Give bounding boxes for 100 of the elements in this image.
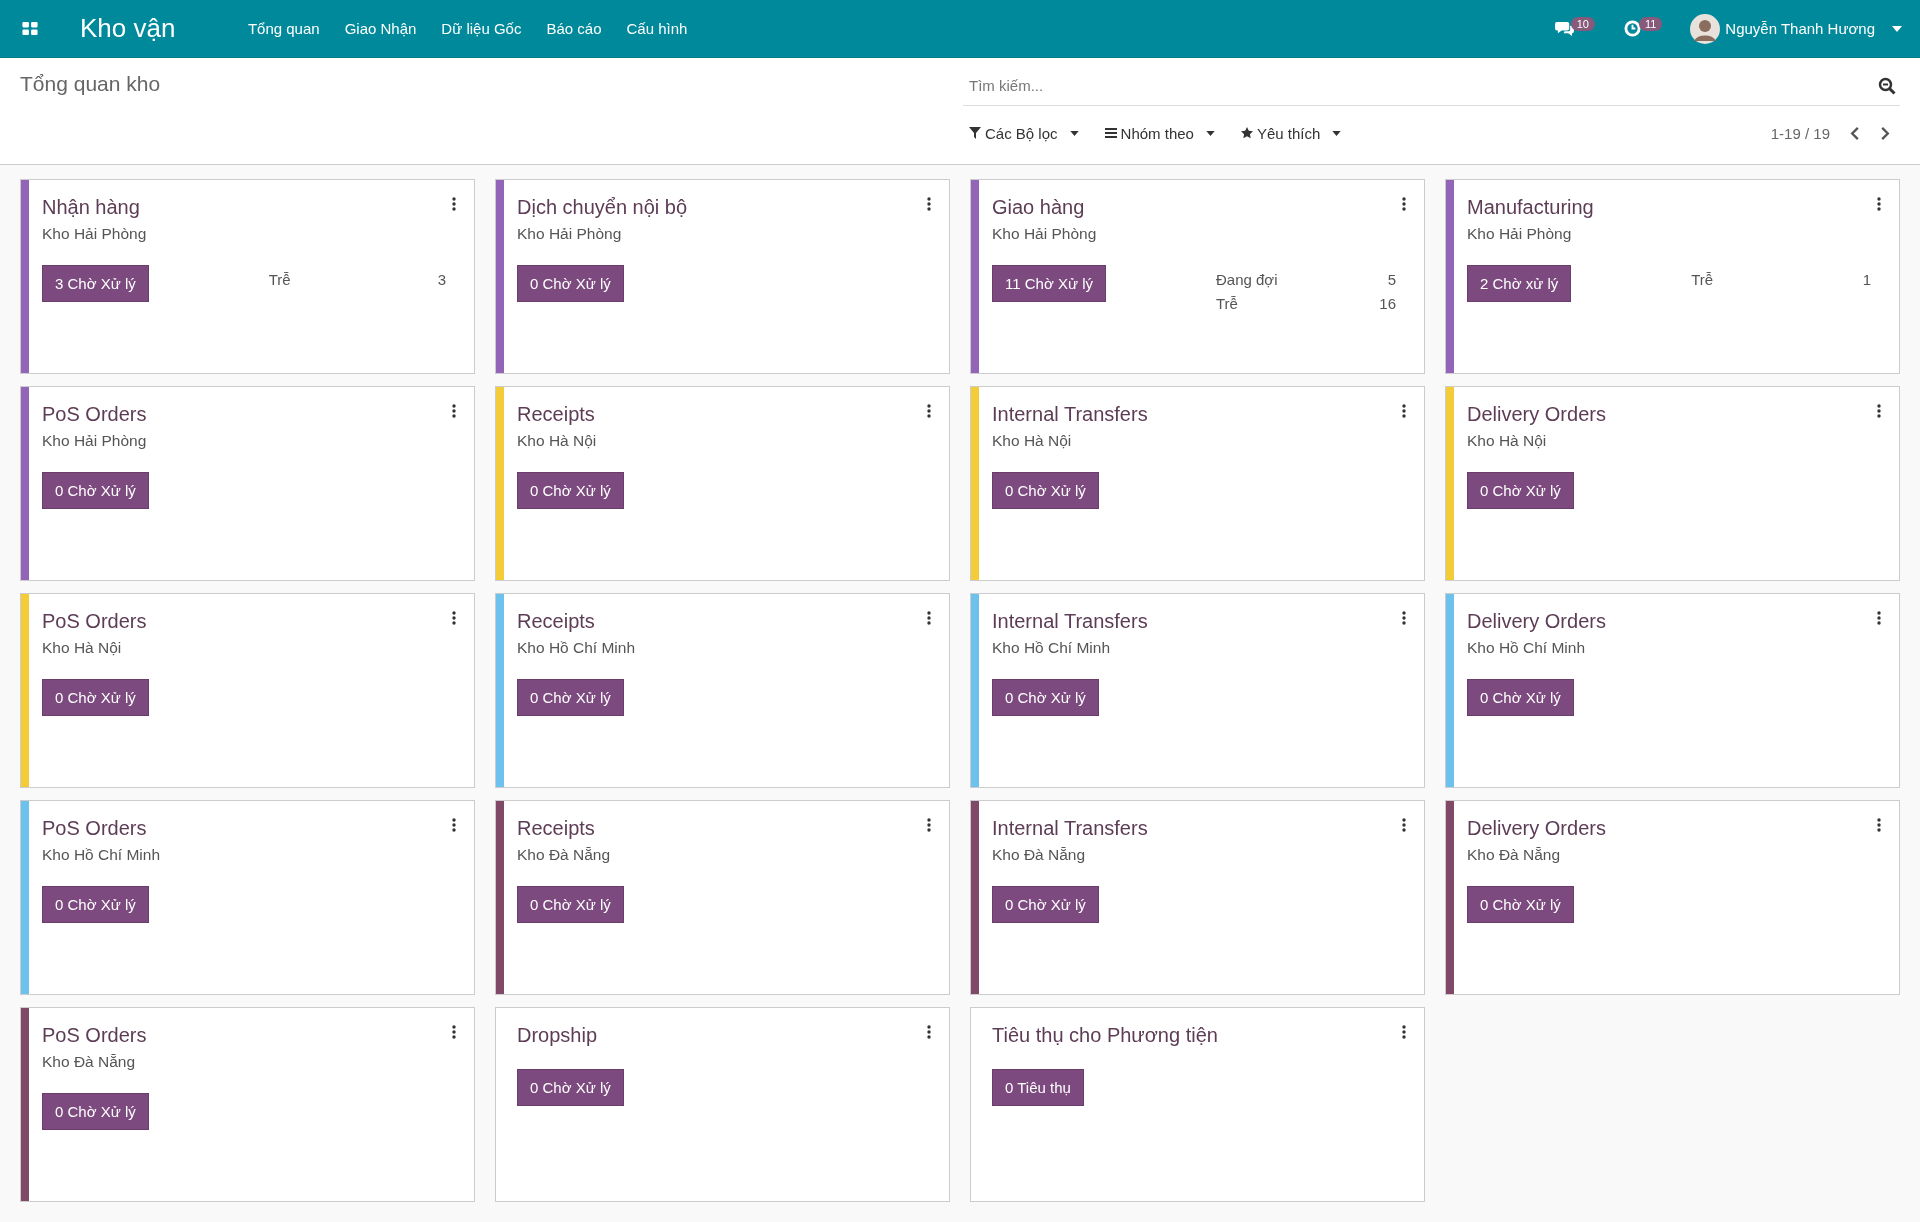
stat-count[interactable]: 16 [1379, 295, 1396, 319]
more-options-icon [1402, 818, 1406, 832]
card-title[interactable]: PoS Orders [42, 1024, 147, 1047]
warehouse-name: Kho Hải Phòng [992, 225, 1097, 243]
kanban-card[interactable]: Giao hàng Kho Hải Phòng 11 Chờ Xử lý Đang đợi 5 Trễ 16 [970, 179, 1425, 374]
filter-dropdown-button[interactable]: Các Bộ lọc [963, 120, 1085, 146]
stat-count[interactable]: 3 [437, 271, 446, 295]
caret-icon [1069, 130, 1079, 136]
warehouse-name: Kho Hà Nội [517, 432, 597, 450]
card-title[interactable]: Dropship [517, 1024, 598, 1047]
menu-item[interactable]: Cấu hình [614, 20, 700, 37]
menu-item[interactable]: Tổng quan [235, 20, 333, 37]
kanban-card[interactable]: Internal Transfers Kho Hồ Chí Minh 0 Chờ Xử lý [970, 593, 1425, 788]
more-options-icon [927, 818, 931, 832]
kanban-card[interactable]: Dịch chuyển nội bộ Kho Hải Phòng 0 Chờ Xử lý [495, 179, 950, 374]
pending-button[interactable]: 0 Chờ Xử lý [1467, 679, 1574, 716]
more-options-icon [1402, 197, 1406, 211]
pending-button[interactable]: 0 Chờ Xử lý [517, 472, 624, 509]
menu-item[interactable]: Dữ liệu Gốc [428, 20, 534, 37]
pending-button[interactable]: 0 Chờ Xử lý [517, 679, 624, 716]
card-title[interactable]: Internal Transfers [992, 817, 1148, 840]
more-options-icon [452, 818, 456, 832]
card-title[interactable]: PoS Orders [42, 610, 147, 633]
card-title[interactable]: PoS Orders [42, 403, 147, 426]
pending-button[interactable]: 0 Chờ Xử lý [1467, 886, 1574, 923]
filter-dropdown-button[interactable]: Nhóm theo [1098, 120, 1221, 146]
pending-button[interactable]: 0 Chờ Xử lý [517, 886, 624, 923]
star-icon [1240, 127, 1253, 139]
caret-icon [1205, 130, 1215, 136]
kanban-card[interactable]: Internal Transfers Kho Đà Nẵng 0 Chờ Xử lý [970, 800, 1425, 995]
warehouse-name: Kho Đà Nẵng [1467, 846, 1562, 864]
card-title[interactable]: Delivery Orders [1467, 817, 1606, 840]
kanban-card[interactable]: Dropship 0 Chờ Xử lý [495, 1007, 950, 1202]
kanban-card[interactable]: Delivery Orders Kho Hồ Chí Minh 0 Chờ Xử lý [1445, 593, 1900, 788]
card-title[interactable]: Receipts [517, 403, 597, 426]
card-title[interactable]: Tiêu thụ cho Phương tiện [992, 1024, 1218, 1047]
more-options-icon [1877, 197, 1881, 211]
kanban-card[interactable]: Nhận hàng Kho Hải Phòng 3 Chờ Xử lý Trễ 3 [20, 179, 475, 374]
pending-button[interactable]: 0 Chờ Xử lý [42, 886, 149, 923]
kanban-card[interactable]: Delivery Orders Kho Đà Nẵng 0 Chờ Xử lý [1445, 800, 1900, 995]
stat-link[interactable]: Trễ [1215, 295, 1238, 319]
pending-button[interactable]: 0 Chờ Xử lý [992, 679, 1099, 716]
stat-link[interactable]: Đang đợi [1215, 271, 1278, 295]
apps-grid-icon[interactable] [22, 22, 38, 35]
card-title[interactable]: Giao hàng [992, 196, 1097, 219]
pending-button[interactable]: 0 Chờ Xử lý [1467, 472, 1574, 509]
card-title[interactable]: Receipts [517, 610, 636, 633]
pending-button[interactable]: 0 Chờ Xử lý [517, 1069, 624, 1106]
stat-count[interactable]: 5 [1387, 271, 1396, 295]
activities-button[interactable]: 11 [1622, 20, 1663, 37]
warehouse-name: Kho Hà Nội [42, 639, 123, 657]
pending-button[interactable]: 0 Chờ Xử lý [992, 472, 1099, 509]
warehouse-name: Kho Hải Phòng [1467, 225, 1573, 243]
kanban-card[interactable]: Tiêu thụ cho Phương tiện 0 Tiêu thụ [970, 1007, 1425, 1202]
kanban-card[interactable]: PoS Orders Kho Hải Phòng 0 Chờ Xử lý [20, 386, 475, 581]
kanban-card[interactable]: Delivery Orders Kho Hà Nội 0 Chờ Xử lý [1445, 386, 1900, 581]
messages-button[interactable]: 10 [1554, 20, 1595, 37]
user-menu[interactable]: Nguyễn Thanh Hương [1690, 13, 1902, 44]
card-title[interactable]: Dịch chuyển nội bộ [517, 196, 688, 219]
card-title[interactable]: Internal Transfers [992, 403, 1148, 426]
stat-count[interactable]: 1 [1862, 271, 1871, 295]
kanban-card[interactable]: PoS Orders Kho Hồ Chí Minh 0 Chờ Xử lý [20, 800, 475, 995]
pending-button[interactable]: 2 Chờ xử lý [1467, 265, 1572, 302]
pending-button[interactable]: 0 Tiêu thụ [992, 1069, 1084, 1106]
more-options-icon [927, 197, 931, 211]
kanban-card[interactable]: Manufacturing Kho Hải Phòng 2 Chờ xử lý Trễ 1 [1445, 179, 1900, 374]
more-options-icon [452, 611, 456, 625]
more-options-icon [927, 611, 931, 625]
warehouse-name: Kho Hồ Chí Minh [42, 846, 161, 864]
pending-button[interactable]: 0 Chờ Xử lý [42, 679, 149, 716]
kanban-card[interactable]: Receipts Kho Hồ Chí Minh 0 Chờ Xử lý [495, 593, 950, 788]
pending-button[interactable]: 0 Chờ Xử lý [992, 886, 1099, 923]
pending-button[interactable]: 0 Chờ Xử lý [42, 1093, 149, 1130]
search-icon[interactable] [1878, 76, 1896, 95]
card-title[interactable]: Manufacturing [1467, 196, 1594, 219]
pending-button[interactable]: 0 Chờ Xử lý [42, 472, 149, 509]
kanban-card[interactable]: Internal Transfers Kho Hà Nội 0 Chờ Xử lý [970, 386, 1425, 581]
activities-count-badge: 11 [1638, 16, 1663, 31]
stat-link[interactable]: Trễ [1691, 271, 1714, 295]
previous-page-icon[interactable] [1850, 125, 1860, 141]
card-title[interactable]: Nhận hàng [42, 196, 147, 219]
clock-icon [1622, 20, 1642, 37]
kanban-card[interactable]: Receipts Kho Hà Nội 0 Chờ Xử lý [495, 386, 950, 581]
card-title[interactable]: PoS Orders [42, 817, 161, 840]
pending-button[interactable]: 0 Chờ Xử lý [517, 265, 624, 302]
card-title[interactable]: Internal Transfers [992, 610, 1148, 633]
stat-link[interactable]: Trễ [268, 271, 291, 295]
filter-dropdown-button[interactable]: Yêu thích [1234, 120, 1348, 146]
app-title[interactable]: Kho vận [80, 13, 176, 44]
kanban-card[interactable]: PoS Orders Kho Đà Nẵng 0 Chờ Xử lý [20, 1007, 475, 1202]
pending-button[interactable]: 11 Chờ Xử lý [992, 265, 1106, 302]
menu-item[interactable]: Báo cáo [533, 20, 614, 37]
card-title[interactable]: Delivery Orders [1467, 610, 1606, 633]
pending-button[interactable]: 3 Chờ Xử lý [42, 265, 149, 302]
card-title[interactable]: Receipts [517, 817, 611, 840]
kanban-card[interactable]: Receipts Kho Đà Nẵng 0 Chờ Xử lý [495, 800, 950, 995]
card-title[interactable]: Delivery Orders [1467, 403, 1606, 426]
next-page-icon[interactable] [1880, 125, 1890, 141]
menu-item[interactable]: Giao Nhận [332, 20, 429, 37]
kanban-card[interactable]: PoS Orders Kho Hà Nội 0 Chờ Xử lý [20, 593, 475, 788]
